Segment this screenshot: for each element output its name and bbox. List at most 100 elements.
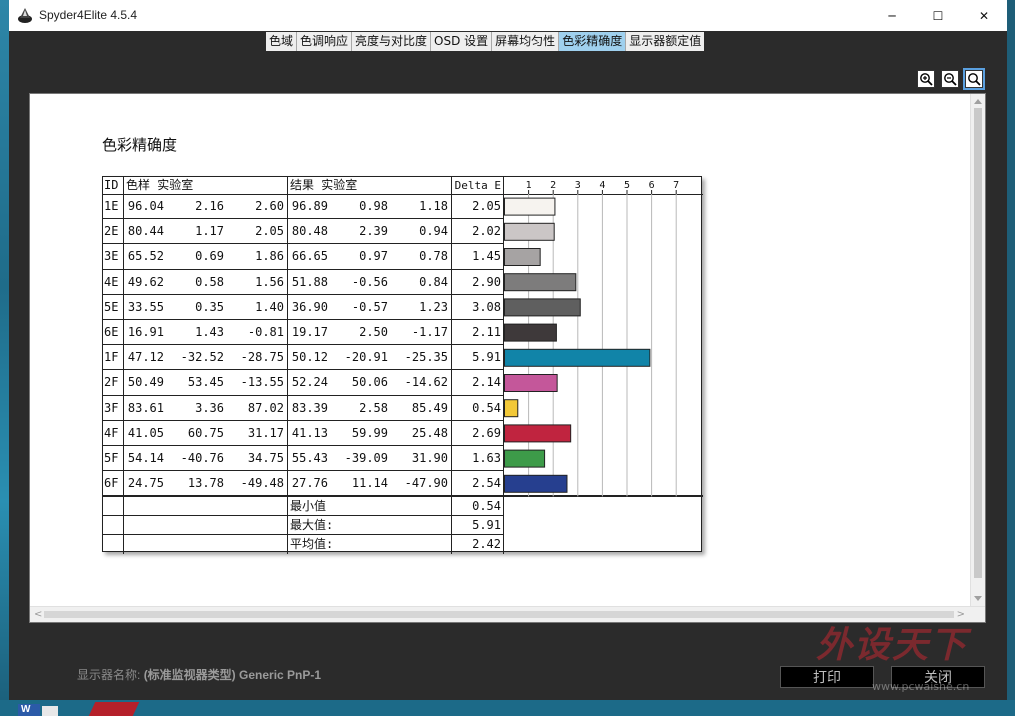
result-lab-values: 41.13 59.99 25.48 [288,420,452,446]
scroll-left-arrow[interactable]: < [34,609,42,620]
result-lab-value: 1.18 [419,199,448,213]
summary-empty-cell [103,497,124,517]
sample-lab-value: 2.16 [195,199,224,213]
result-lab-value: 66.65 [291,249,328,264]
lab-triplet: 54.14 -40.76 34.75 [124,446,284,471]
sample-lab-value: 65.52 [127,249,164,264]
sample-lab-values: 49.62 0.58 1.56 [124,269,288,295]
sample-lab-value: 50.49 [127,375,164,390]
sample-lab-value: 1.40 [255,299,284,314]
result-lab-value: 27.76 [291,476,328,491]
tab-tone-response[interactable]: 色调响应 [297,32,353,51]
table-row: 3E 65.52 0.69 1.86 66.65 0.97 0.78 1.45 [103,244,504,270]
tab-screen-uniformity[interactable]: 屏幕均匀性 [492,32,560,51]
delta-e-bar [504,197,556,216]
table-row: 6F 24.75 13.78 -49.48 27.76 11.14 -47.90 2.54 [103,471,504,497]
sample-lab-value: 2.60 [255,199,284,213]
result-lab-value: -14.62 [404,375,448,390]
window-title: Spyder4Elite 4.5.4 [39,8,138,22]
table-row: 1F 47.12 -32.52 -28.75 50.12 -20.91 -25.35 5.91 [103,345,504,371]
delta-e-value: 2.54 [452,471,504,497]
tab-color-gamut[interactable]: 色域 [266,32,298,51]
vertical-scrollbar[interactable] [970,94,985,606]
sample-lab-value: 54.14 [127,451,164,465]
result-lab-values: 83.39 2.58 85.49 [288,395,452,421]
result-lab-values: 52.24 50.06 -14.62 [288,370,452,396]
tab-osd-settings[interactable]: OSD 设置 [431,32,493,51]
word-desktop-icon[interactable]: W [18,704,40,716]
result-lab-value: 25.48 [411,425,448,440]
result-lab-value: 59.99 [351,425,388,440]
delta-e-value: 3.08 [452,294,504,320]
desktop-icon[interactable] [42,706,58,716]
delta-e-value: 2.05 [452,194,504,220]
lab-triplet: 24.75 13.78 -49.48 [124,471,284,496]
table-row: 3F 83.61 3.36 87.02 83.39 2.58 85.49 0.54 [103,395,504,421]
lab-triplet: 51.88 -0.56 0.84 [288,270,448,295]
delta-e-bar [504,474,568,493]
sample-lab-value: 60.75 [187,425,224,440]
delta-e-value: 2.90 [452,269,504,295]
sample-lab-value: 49.62 [127,274,164,289]
close-window-button[interactable]: ✕ [961,0,1007,31]
report-panel: 色彩精确度 ID 色样 实验室 结果 实验室 Delta E 1E 96.04 2.… [29,93,986,623]
zoom-fit-button[interactable] [963,68,985,90]
result-lab-value: 41.13 [291,425,328,440]
scroll-down-arrow[interactable] [974,596,982,601]
monitor-name-value: (标准监视器类型) Generic PnP-1 [143,668,322,682]
print-button[interactable]: 打印 [780,666,874,688]
tab-color-accuracy[interactable]: 色彩精确度 [559,32,627,51]
sample-lab-values: 16.91 1.43 -0.81 [124,320,288,346]
result-lab-value: 11.14 [351,476,388,491]
result-lab-value: 83.39 [291,400,328,415]
zoom-fit-icon [968,73,981,86]
sample-lab-value: 0.58 [195,274,224,289]
lab-triplet: 80.44 1.17 2.05 [124,219,284,244]
header-result-lab: 结果 实验室 [288,177,452,195]
scroll-up-arrow[interactable] [974,99,982,104]
sample-lab-values: 24.75 13.78 -49.48 [124,471,288,497]
table-row: 5E 33.55 0.35 1.40 36.90 -0.57 1.23 3.08 [103,294,504,320]
sample-lab-value: 2.05 [255,224,284,239]
delta-e-value: 1.45 [452,244,504,270]
zoom-out-button[interactable] [941,70,959,88]
maximize-button[interactable]: ☐ [915,0,961,31]
result-lab-value: 0.78 [419,249,448,264]
x-tick-label: 6 [649,180,655,191]
delta-e-bar [504,298,581,317]
sample-lab-value: 13.78 [187,476,224,491]
result-lab-value: 2.58 [359,400,388,415]
result-lab-value: -20.91 [344,350,388,365]
delta-e-bar [504,248,541,266]
zoom-in-button[interactable] [917,70,935,88]
sample-lab-value: 41.05 [127,425,164,440]
sample-lab-value: 31.17 [247,425,284,440]
title-bar[interactable]: Spyder4Elite 4.5.4 ─ ☐ ✕ [9,0,1007,31]
result-lab-values: 27.76 11.14 -47.90 [288,471,452,497]
sample-lab-value: 24.75 [127,476,164,491]
desktop-icon[interactable] [88,702,140,716]
result-lab-value: 50.12 [291,350,328,365]
table-row: 4F 41.05 60.75 31.17 41.13 59.99 25.48 2.69 [103,420,504,446]
tab-monitor-rating[interactable]: 显示器额定值 [626,32,705,51]
sample-lab-values: 41.05 60.75 31.17 [124,420,288,446]
sample-lab-value: -32.52 [180,350,224,365]
scroll-thumb[interactable] [974,108,982,578]
row-id: 6F [103,471,124,497]
result-lab-value: 50.06 [351,375,388,390]
watermark-logo: 外设天下 [816,624,969,666]
summary-row: 最大值: 5.91 [103,516,504,536]
minimize-button[interactable]: ─ [869,0,915,31]
delta-e-value: 1.63 [452,446,504,472]
delta-e-bar [504,273,577,292]
sample-lab-value: 80.44 [127,224,164,239]
tab-brightness-contrast[interactable]: 亮度与对比度 [352,32,432,51]
delta-e-bar [504,449,546,468]
sample-lab-value: 87.02 [247,400,284,415]
result-lab-value: 2.50 [359,325,388,339]
sample-lab-value: 83.61 [127,400,164,415]
result-lab-value: 96.89 [291,199,328,213]
watermark-url: www.pcwaishe.cn [872,680,970,693]
result-lab-value: 0.98 [359,199,388,213]
sample-lab-value: 1.43 [195,325,224,339]
